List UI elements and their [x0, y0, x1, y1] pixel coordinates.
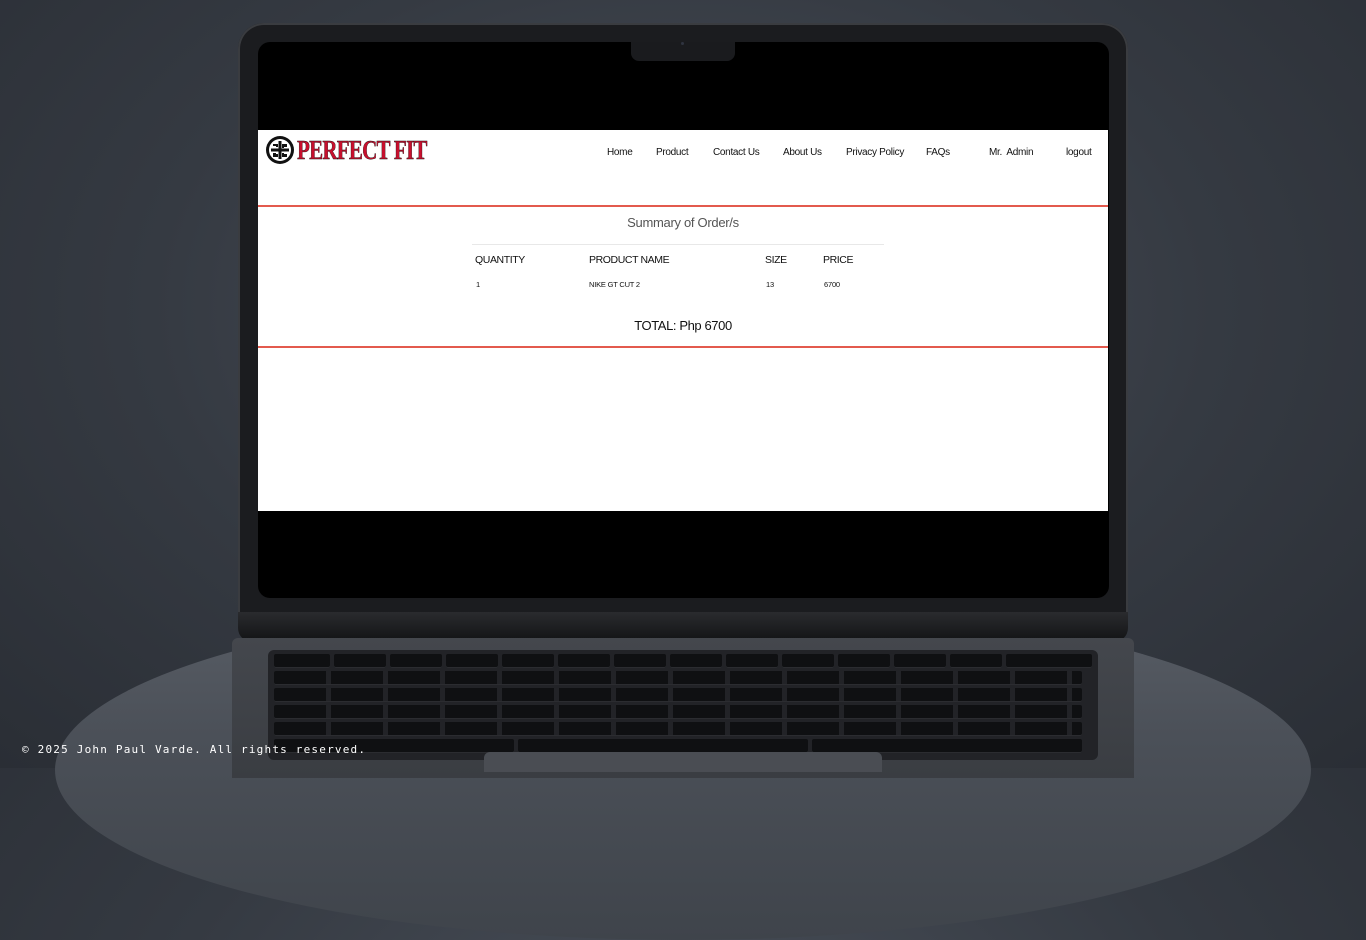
nav-about-us[interactable]: About Us: [783, 147, 822, 161]
nav-product[interactable]: Product: [656, 147, 689, 161]
cell-product-name: NIKE GT CUT 2: [589, 280, 640, 289]
key-row: [274, 705, 1082, 719]
copyright-text: © 2025 John Paul Varde. All rights reser…: [22, 743, 367, 756]
logout-link[interactable]: logout: [1066, 147, 1092, 161]
keyboard-row-numbers: [274, 671, 1092, 685]
key: [812, 739, 1082, 753]
touchpad: [484, 752, 882, 772]
nav-privacy-policy[interactable]: Privacy Policy: [846, 147, 904, 161]
column-header-price: PRICE: [823, 254, 854, 266]
key: [670, 654, 722, 668]
summary-title: Summary of Order/s: [627, 215, 739, 230]
key: [950, 654, 1002, 668]
cell-price: 6700: [824, 280, 840, 289]
key-row: [274, 671, 1082, 685]
key-row: [274, 722, 1082, 736]
column-header-product-name: PRODUCT NAME: [589, 254, 670, 266]
table-top-border: [472, 244, 884, 245]
keyboard-row-function: [274, 654, 1092, 668]
website-screen: PERFECT FIT Home Product Contact Us Abou…: [258, 130, 1108, 511]
column-header-size: SIZE: [765, 254, 787, 266]
key: [1006, 654, 1092, 668]
key: [782, 654, 834, 668]
keyboard-row-home: [274, 705, 1092, 719]
key: [614, 654, 666, 668]
keyboard-row-shift: [274, 722, 1092, 736]
camera-icon: [681, 42, 684, 45]
nav-contact-us[interactable]: Contact Us: [713, 147, 760, 161]
key-row: [274, 688, 1082, 702]
keyboard: [268, 650, 1098, 760]
key: [558, 654, 610, 668]
keyboard-row-qwerty: [274, 688, 1092, 702]
cell-quantity: 1: [476, 280, 480, 289]
header-divider: [258, 205, 1108, 207]
key: [726, 654, 778, 668]
footer-divider: [258, 346, 1108, 348]
key: [894, 654, 946, 668]
key: [502, 654, 554, 668]
order-total: TOTAL: Php 6700: [634, 318, 732, 333]
cell-size: 13: [766, 280, 774, 289]
logo-text: PERFECT FIT: [297, 135, 428, 165]
nav-faqs[interactable]: FAQs: [926, 147, 950, 161]
site-header: PERFECT FIT Home Product Contact Us Abou…: [258, 130, 1108, 206]
camera-notch: [631, 42, 735, 61]
keyboard-row-bottom: [274, 739, 1092, 753]
user-name[interactable]: Mr. Admin: [989, 147, 1034, 161]
key: [274, 654, 330, 668]
spacebar-key: [518, 739, 808, 753]
logo[interactable]: PERFECT FIT: [265, 135, 463, 165]
key: [446, 654, 498, 668]
logo-emblem-icon: [266, 136, 294, 164]
nav-home[interactable]: Home: [607, 147, 633, 161]
column-header-quantity: QUANTITY: [475, 254, 525, 266]
key: [334, 654, 386, 668]
key: [838, 654, 890, 668]
key: [390, 654, 442, 668]
